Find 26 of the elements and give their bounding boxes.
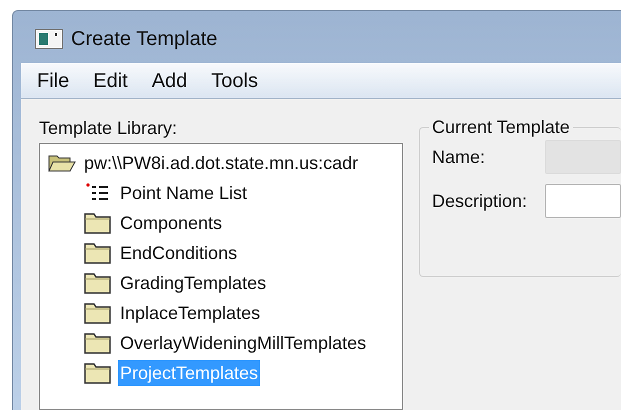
folder-icon	[84, 212, 112, 234]
app-icon	[35, 29, 63, 49]
menu-item[interactable]: Tools	[205, 66, 264, 96]
folder-icon	[84, 242, 112, 264]
folder-icon	[84, 362, 112, 384]
folder-icon	[84, 302, 112, 324]
menu-item[interactable]: File	[31, 66, 76, 96]
tree-item[interactable]: pw:\\PW8i.ad.dot.state.mn.us:cadr	[82, 150, 360, 176]
field-label: Name:	[432, 146, 486, 168]
menu-item[interactable]: Edit	[87, 66, 134, 96]
folder-icon	[84, 332, 112, 354]
library-label: Template Library:	[39, 117, 178, 139]
open-folder-icon	[48, 153, 76, 173]
folder-icon	[84, 272, 112, 294]
list-icon	[86, 183, 110, 203]
tree-item[interactable]: InplaceTemplates	[118, 300, 262, 326]
text-field[interactable]	[545, 184, 621, 218]
tree-item[interactable]: Point Name List	[118, 180, 250, 206]
tree-item[interactable]: EndConditions	[118, 240, 240, 266]
field-label: Description:	[432, 190, 528, 213]
tree-item[interactable]: OverlayWideningMillTemplates	[118, 330, 368, 356]
tree-item[interactable]: Components	[118, 210, 224, 236]
window-title: Create Template	[71, 27, 218, 52]
tree-view[interactable]: pw:\\PW8i.ad.dot.state.mn.us:cadr Point Name List Components EndConditions GradingTemplates InplaceTemplates OverlayWideningMillTemplates ProjectTemplates	[39, 143, 403, 410]
tree-item[interactable]: GradingTemplates	[118, 270, 268, 296]
menu-item[interactable]: Add	[146, 66, 194, 96]
